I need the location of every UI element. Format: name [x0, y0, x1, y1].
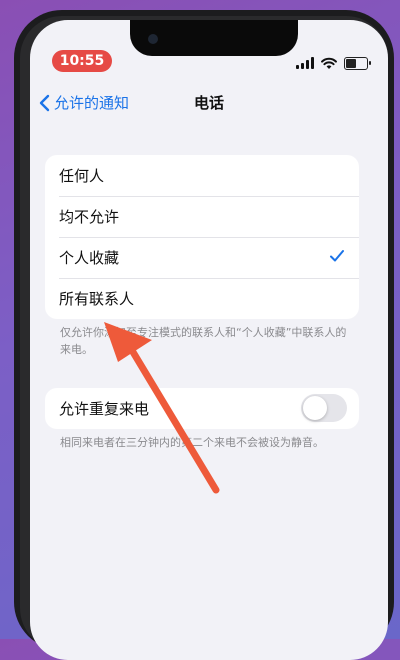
- option-label: 个人收藏: [59, 249, 120, 267]
- option-all-contacts[interactable]: 所有联系人: [45, 278, 359, 319]
- settings-screen: 10:55 允许的通知 电话 任何人 均不允许 个人收藏 所有联系人 仅允许你添…: [30, 20, 388, 660]
- status-time: 10:55: [52, 50, 112, 72]
- page-title: 电话: [193, 94, 224, 112]
- repeat-calls-group: 允许重复来电: [45, 388, 359, 429]
- battery-icon: [344, 56, 371, 70]
- option-favorites[interactable]: 个人收藏: [45, 237, 359, 278]
- repeat-calls-footnote: 相同来电者在三分钟内的第二个来电不会被设为静音。: [60, 436, 324, 449]
- status-icons: [296, 56, 371, 70]
- cellular-signal-icon: [296, 57, 314, 69]
- repeat-calls-label: 允许重复来电: [59, 400, 150, 418]
- option-none[interactable]: 均不允许: [45, 196, 359, 237]
- front-camera: [148, 34, 158, 44]
- allowed-callers-list: 任何人 均不允许 个人收藏 所有联系人: [45, 155, 359, 319]
- option-label: 均不允许: [59, 208, 120, 226]
- wifi-icon: [321, 57, 337, 69]
- option-anyone[interactable]: 任何人: [45, 155, 359, 196]
- options-footnote: 仅允许你添加至专注模式的联系人和“个人收藏”中联系人的来电。: [60, 326, 347, 356]
- option-label: 所有联系人: [59, 290, 135, 308]
- option-label: 任何人: [59, 167, 105, 185]
- notch: [130, 20, 298, 56]
- repeat-calls-toggle[interactable]: [301, 394, 347, 422]
- checkmark-icon: [330, 250, 344, 262]
- toggle-knob: [303, 396, 327, 420]
